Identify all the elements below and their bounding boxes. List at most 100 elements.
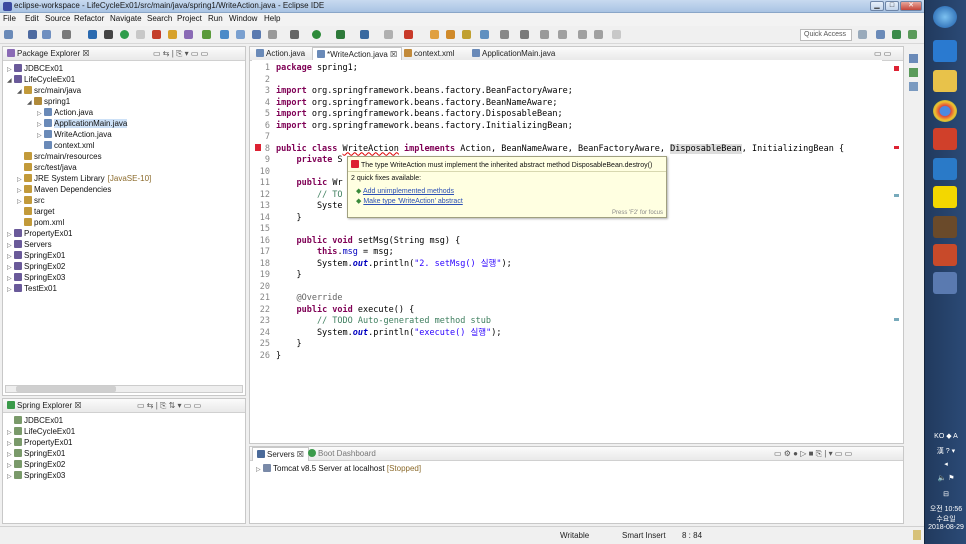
scrollbar-thumb[interactable]	[16, 386, 116, 392]
tree-item[interactable]: ▷ SpringEx03	[7, 272, 65, 283]
file-explorer-icon[interactable]	[933, 70, 957, 92]
menu-refactor[interactable]: Refactor	[74, 14, 104, 23]
java-perspective-icon[interactable]	[876, 30, 885, 39]
menu-source[interactable]: Source	[45, 14, 70, 23]
toggle-mark-icon[interactable]	[236, 30, 245, 39]
save-all-icon[interactable]	[42, 30, 51, 39]
next-annotation-icon[interactable]	[480, 30, 489, 39]
tree-item[interactable]: ▷ src	[17, 195, 45, 206]
search-app-icon[interactable]	[933, 272, 957, 294]
spring-tree-item[interactable]: ▷ SpringEx03	[7, 470, 65, 481]
restart-icon[interactable]	[152, 30, 161, 39]
collapsed-arrow-icon[interactable]: ▷	[7, 285, 14, 296]
open-resource-icon[interactable]	[446, 30, 455, 39]
tree-item[interactable]: context.xml	[37, 140, 94, 151]
debug-perspective-icon[interactable]	[908, 30, 917, 39]
spring-tree-item[interactable]: ▷ SpringEx02	[7, 459, 65, 470]
view-toolbar-icons[interactable]: ▭ ⇆ | ⎘ ▾ ▭ ▭	[153, 49, 208, 59]
error-marker-icon[interactable]	[255, 144, 261, 151]
search-toolbar-icon[interactable]	[220, 30, 229, 39]
tree-item[interactable]: ▷ SpringEx01	[7, 250, 65, 261]
code-editor[interactable]: 1 2 3 4 5 6 7 8 9 10 11 12 13 14 15 16 17 18 19 20 21 22 23 24 2…	[252, 60, 882, 433]
new-icon[interactable]	[4, 30, 13, 39]
expanded-arrow-icon[interactable]: ◢	[7, 76, 14, 87]
pin-editor-icon[interactable]	[520, 30, 529, 39]
skip-breakpoints-icon[interactable]	[104, 30, 113, 39]
language-indicator[interactable]: KO	[934, 433, 944, 440]
tab-boot-dashboard[interactable]: Boot Dashboard	[304, 447, 380, 461]
external-tools-icon[interactable]	[360, 30, 369, 39]
open-perspective-icon[interactable]	[858, 30, 867, 39]
error-overview-marker[interactable]	[894, 66, 899, 71]
menu-run[interactable]: Run	[208, 14, 223, 23]
tree-item[interactable]: ◢ LifeCycleEx01	[7, 74, 75, 85]
block-select-icon[interactable]	[252, 30, 261, 39]
windows-start-icon[interactable]	[933, 6, 957, 28]
chrome-icon[interactable]	[933, 100, 957, 122]
expanded-arrow-icon[interactable]: ◢	[17, 87, 24, 98]
volume-network-icons[interactable]: 🔈 ⚑	[925, 474, 966, 482]
menu-project[interactable]: Project	[177, 14, 202, 23]
close-button[interactable]: ✕	[900, 1, 922, 11]
minimize-button[interactable]: ▁	[870, 1, 884, 11]
tree-item[interactable]: ▷ Servers	[7, 239, 52, 250]
task-list-icon[interactable]	[909, 68, 918, 77]
tree-item[interactable]: ▷ Maven Dependencies	[17, 184, 111, 195]
tree-item[interactable]: ▷ TestEx01	[7, 283, 57, 294]
spring-tree-item[interactable]: ▷ LifeCycleEx01	[7, 426, 75, 437]
tree-item[interactable]: src/main/resources	[17, 151, 102, 162]
new-server-icon[interactable]	[404, 30, 413, 39]
tree-item[interactable]: ▷ Action.java	[37, 107, 93, 118]
stop-icon[interactable]	[384, 30, 393, 39]
eclipse-taskbar-icon[interactable]	[933, 216, 957, 238]
server-row[interactable]: ▷ Tomcat v8.5 Server at localhost [Stoppe…	[256, 463, 421, 474]
run-icon[interactable]	[312, 30, 321, 39]
horizontal-scrollbar[interactable]	[5, 385, 243, 393]
ime-hanja-indicator[interactable]: 漢	[937, 448, 944, 455]
quick-access-field[interactable]: Quick Access	[800, 29, 852, 41]
tree-item[interactable]: ▷ JDBCEx01	[7, 63, 63, 74]
forward-arrow-icon[interactable]	[612, 30, 621, 39]
tree-item[interactable]: target	[17, 206, 54, 217]
filezilla-icon[interactable]	[933, 128, 957, 150]
forward-icon[interactable]	[594, 30, 603, 39]
menu-edit[interactable]: Edit	[25, 14, 39, 23]
tree-item[interactable]: ▷ PropertyEx01	[7, 228, 72, 239]
open-type-icon[interactable]	[202, 30, 211, 39]
maximize-button[interactable]: □	[885, 1, 899, 11]
spring-tree-item[interactable]: ▷ PropertyEx01	[7, 437, 72, 448]
task-marker[interactable]	[894, 194, 899, 197]
spring-perspective-icon[interactable]	[892, 30, 901, 39]
boot-dashboard-icon[interactable]	[136, 30, 145, 39]
tree-item[interactable]: ▷ ApplicationMain.java	[37, 118, 128, 129]
outline-icon[interactable]	[909, 54, 918, 63]
tree-item[interactable]: ◢ src/main/java	[17, 85, 81, 96]
visual-studio-code-icon[interactable]	[933, 158, 957, 180]
expanded-arrow-icon[interactable]: ◢	[27, 98, 34, 109]
notification-icon[interactable]	[913, 530, 921, 540]
spring-view-toolbar-icons[interactable]: ▭ ⇆ | ⎘ ⇅ ▾ ▭ ▭	[137, 401, 201, 411]
tab-context-xml[interactable]: context.xml	[400, 47, 458, 61]
last-edit-icon[interactable]	[500, 30, 509, 39]
print-icon[interactable]	[62, 30, 71, 39]
spring-icon[interactable]	[120, 30, 129, 39]
tree-item[interactable]: ◢ spring1	[27, 96, 70, 107]
error-line-marker[interactable]	[894, 146, 899, 149]
tray-expand-icon[interactable]: ◂	[925, 460, 966, 468]
network-icon[interactable]: ⊟	[925, 490, 966, 498]
tree-item[interactable]: ▷ WriteAction.java	[37, 129, 112, 140]
history-back-icon[interactable]	[578, 30, 587, 39]
editor-min-max-icons[interactable]: ▭ ▭	[874, 49, 891, 58]
menu-help[interactable]: Help	[264, 14, 280, 23]
clock[interactable]: 오전 10:56	[925, 504, 966, 514]
internet-explorer-icon[interactable]	[933, 40, 957, 62]
show-whitespace-icon[interactable]	[268, 30, 277, 39]
tree-item[interactable]: src/test/java	[17, 162, 77, 173]
edit-icon[interactable]	[462, 30, 471, 39]
menu-search[interactable]: Search	[147, 14, 172, 23]
open-folder-icon[interactable]	[430, 30, 439, 39]
kakaotalk-icon[interactable]	[933, 186, 957, 208]
back-icon[interactable]	[558, 30, 567, 39]
tab-spring-explorer[interactable]: Spring Explorer ☒	[3, 399, 86, 413]
debug-icon[interactable]	[290, 30, 299, 39]
